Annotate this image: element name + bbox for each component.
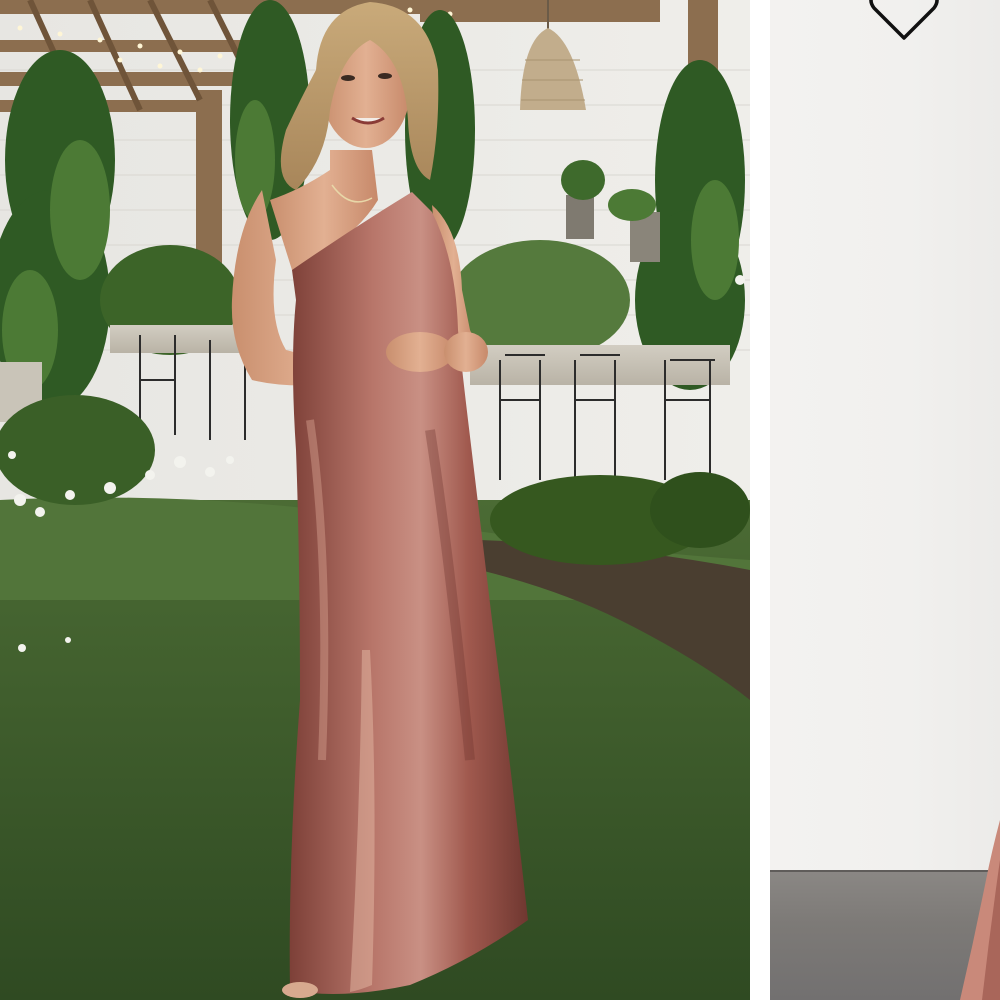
product-image-carousel[interactable] xyxy=(0,0,1000,1000)
studio-wall xyxy=(770,0,1000,872)
product-photo-studio[interactable] xyxy=(770,0,1000,1000)
garden-scene-illustration xyxy=(0,0,750,1000)
favorite-button[interactable] xyxy=(866,0,942,46)
product-photo-garden[interactable] xyxy=(0,0,750,1000)
heart-outline-icon xyxy=(869,0,939,40)
dress-edge-illustration xyxy=(960,820,1000,1000)
